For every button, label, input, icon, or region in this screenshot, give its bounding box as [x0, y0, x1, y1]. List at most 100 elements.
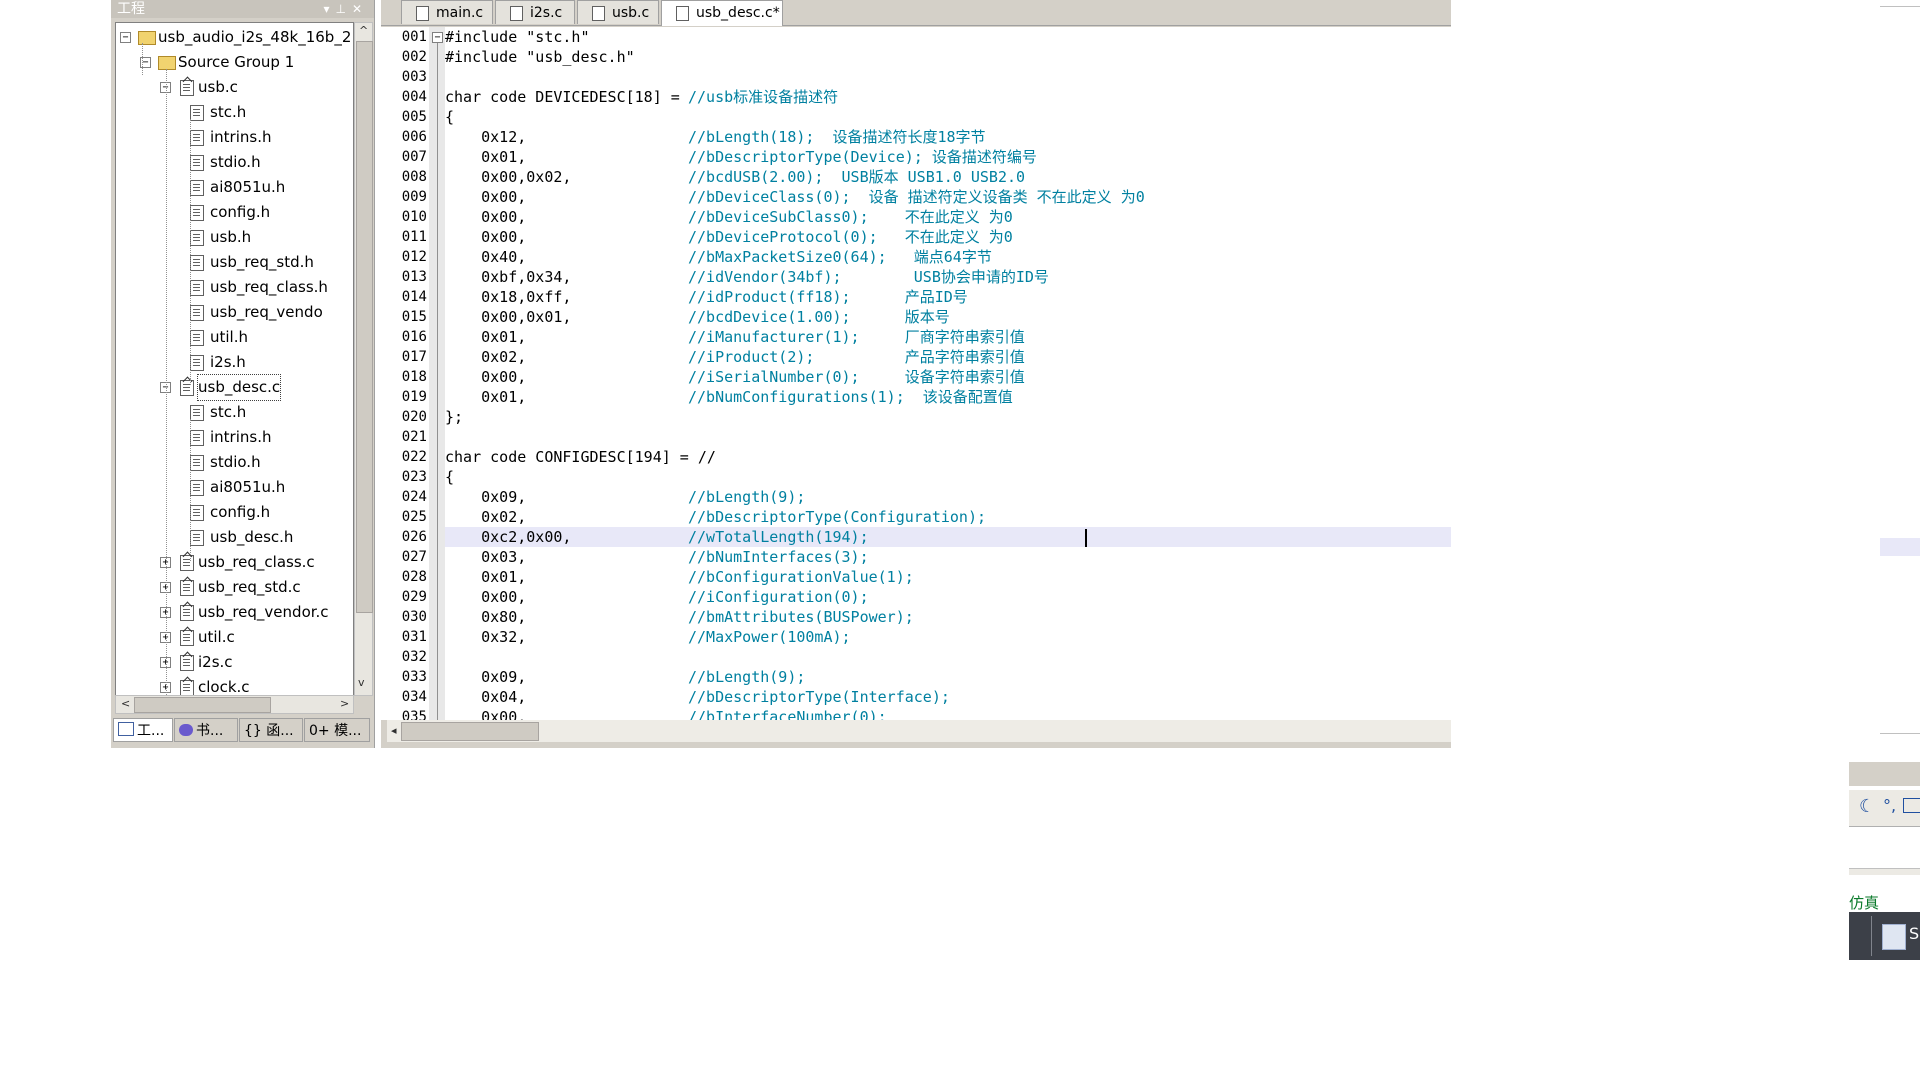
tree-item[interactable]: ai8051u.h: [116, 475, 352, 500]
project-tree-vertical-scrollbar[interactable]: ^ v: [354, 22, 373, 696]
code-line[interactable]: #include "stc.h": [445, 27, 1451, 47]
close-icon[interactable]: ✕: [352, 2, 368, 16]
tree-item[interactable]: config.h: [116, 200, 352, 225]
tree-item[interactable]: stdio.h: [116, 450, 352, 475]
code-line[interactable]: {: [445, 107, 1451, 127]
taskbar-item-label[interactable]: S: [1909, 924, 1919, 943]
simulation-label: 仿真: [1849, 894, 1880, 912]
code-line[interactable]: 0x00, //bDeviceProtocol(0); 不在此定义 为0: [445, 227, 1451, 247]
tree-item[interactable]: − Source Group 1: [116, 50, 352, 75]
code-line[interactable]: 0x32, //MaxPower(100mA);: [445, 627, 1451, 647]
code-line[interactable]: 0x02, //iProduct(2); 产品字符串索引值: [445, 347, 1451, 367]
code-line[interactable]: 0x03, //bNumInterfaces(3);: [445, 547, 1451, 567]
tree-item[interactable]: stdio.h: [116, 150, 352, 175]
scroll-thumb[interactable]: [356, 41, 373, 613]
code-line[interactable]: 0x00, //bDeviceSubClass0); 不在此定义 为0: [445, 207, 1451, 227]
tab-main-c[interactable]: main.c: [401, 0, 493, 24]
collapse-icon[interactable]: −: [120, 32, 131, 43]
code-line[interactable]: [445, 647, 1451, 667]
tab-usb-c[interactable]: usb.c: [577, 0, 659, 24]
tree-item[interactable]: ai8051u.h: [116, 175, 352, 200]
code-line[interactable]: char code CONFIGDESC[194] = //: [445, 447, 1451, 467]
tab-usb-desc-c[interactable]: usb_desc.c*: [661, 0, 783, 26]
code-line[interactable]: 0x40, //bMaxPacketSize0(64); 端点64字节: [445, 247, 1451, 267]
tree-item[interactable]: − usb_desc.c: [116, 374, 352, 401]
tree-item[interactable]: usb_desc.h: [116, 525, 352, 550]
code-line[interactable]: 0x00,0x01, //bcdDevice(1.00); 版本号: [445, 307, 1451, 327]
tree-item-label: intrins.h: [210, 428, 272, 446]
code-line[interactable]: 0x01, //bNumConfigurations(1); 该设备配置值: [445, 387, 1451, 407]
code-comment: //idProduct(ff18); 产品ID号: [688, 288, 968, 306]
scroll-down-icon[interactable]: v: [358, 675, 365, 691]
tree-item[interactable]: + usb_req_vendor.c: [116, 600, 352, 625]
tree-item[interactable]: + util.c: [116, 625, 352, 650]
scroll-left-icon[interactable]: ◂: [391, 723, 397, 739]
project-tree-horizontal-scrollbar[interactable]: < >: [115, 695, 354, 714]
tree-item[interactable]: + clock.c: [116, 675, 352, 695]
code-line[interactable]: 0xc2,0x00, //wTotalLength(194);: [445, 527, 1451, 547]
code-line[interactable]: 0x01, //iManufacturer(1); 厂商字符串索引值: [445, 327, 1451, 347]
code-line[interactable]: char code DEVICEDESC[18] = //usb标准设备描述符: [445, 87, 1451, 107]
punctuation-icon[interactable]: °,: [1883, 796, 1896, 815]
tree-item[interactable]: usb_req_std.h: [116, 250, 352, 275]
code-line[interactable]: 0x00, //bInterfaceNumber(0);: [445, 707, 1451, 720]
tree-item[interactable]: usb.h: [116, 225, 352, 250]
tree-item[interactable]: + i2s.c: [116, 650, 352, 675]
tree-item[interactable]: intrins.h: [116, 125, 352, 150]
tab-project[interactable]: 工...: [113, 718, 173, 742]
code-line[interactable]: #include "usb_desc.h": [445, 47, 1451, 67]
code-line[interactable]: };: [445, 407, 1451, 427]
tree-item[interactable]: stc.h: [116, 400, 352, 425]
editor-horizontal-scrollbar[interactable]: ◂: [387, 720, 1451, 742]
scroll-up-icon[interactable]: ^: [359, 23, 368, 39]
tree-item[interactable]: usb_req_vendo: [116, 300, 352, 325]
code-line[interactable]: [445, 427, 1451, 447]
code-line[interactable]: 0x01, //bDescriptorType(Device); 设备描述符编号: [445, 147, 1451, 167]
code-line[interactable]: 0x00, //bDeviceClass(0); 设备 描述符定义设备类 不在此定…: [445, 187, 1451, 207]
pin-icon[interactable]: ⊥: [335, 2, 351, 16]
dropdown-icon[interactable]: ▾: [323, 2, 335, 16]
scroll-right-icon[interactable]: >: [340, 696, 349, 712]
tree-item[interactable]: stc.h: [116, 100, 352, 125]
tree-guide-line: [142, 43, 143, 75]
keyboard-icon[interactable]: [1903, 798, 1920, 813]
tree-item[interactable]: + usb_req_class.c: [116, 550, 352, 575]
tree-item[interactable]: − usb.c: [116, 75, 352, 100]
project-tree[interactable]: − usb_audio_i2s_48k_16b_2− Source Group 1−…: [115, 22, 354, 696]
tree-item[interactable]: − usb_audio_i2s_48k_16b_2: [116, 25, 352, 50]
code-line[interactable]: 0x12, //bLength(18); 设备描述符长度18字节: [445, 127, 1451, 147]
code-line[interactable]: 0x00, //iConfiguration(0);: [445, 587, 1451, 607]
code-line[interactable]: 0x18,0xff, //idProduct(ff18); 产品ID号: [445, 287, 1451, 307]
code-line[interactable]: 0x01, //bConfigurationValue(1);: [445, 567, 1451, 587]
fold-collapse-icon[interactable]: −: [432, 32, 443, 43]
code-line[interactable]: 0x09, //bLength(9);: [445, 487, 1451, 507]
tab-functions[interactable]: {} 函...: [239, 718, 303, 742]
tree-item[interactable]: config.h: [116, 500, 352, 525]
code-line[interactable]: {: [445, 467, 1451, 487]
code-line[interactable]: 0x02, //bDescriptorType(Configuration);: [445, 507, 1451, 527]
tree-item[interactable]: usb_req_class.h: [116, 275, 352, 300]
scroll-left-icon[interactable]: <: [121, 696, 130, 712]
code-line[interactable]: 0x80, //bmAttributes(BUSPower);: [445, 607, 1451, 627]
c-file-icon: [180, 380, 194, 396]
code-line[interactable]: 0x00,0x02, //bcdUSB(2.00); USB版本 USB1.0 U…: [445, 167, 1451, 187]
tab-books[interactable]: 书...: [174, 718, 238, 742]
tree-item[interactable]: util.h: [116, 325, 352, 350]
code-text: char code CONFIGDESC[194] = //: [445, 448, 716, 466]
code-line[interactable]: 0x00, //iSerialNumber(0); 设备字符串索引值: [445, 367, 1451, 387]
tree-guide-line: [166, 69, 167, 695]
tree-item-label: usb_req_class.c: [198, 553, 315, 571]
tree-item[interactable]: i2s.h: [116, 350, 352, 375]
code-line[interactable]: 0xbf,0x34, //idVendor(34bf); USB协会申请的ID号: [445, 267, 1451, 287]
code-line[interactable]: 0x09, //bLength(9);: [445, 667, 1451, 687]
code-area[interactable]: 001 002 003 004 005 006 007 008 009 010 011 012 013 0…: [381, 27, 1451, 720]
code-line[interactable]: [445, 67, 1451, 87]
moon-icon[interactable]: ☾: [1859, 796, 1875, 817]
tree-item[interactable]: + usb_req_std.c: [116, 575, 352, 600]
code-line[interactable]: 0x04, //bDescriptorType(Interface);: [445, 687, 1451, 707]
tab-templates[interactable]: 0+ 模...: [304, 718, 370, 742]
scroll-thumb[interactable]: [401, 722, 539, 741]
tab-i2s-c[interactable]: i2s.c: [495, 0, 575, 24]
scroll-thumb[interactable]: [134, 697, 271, 713]
tree-item[interactable]: intrins.h: [116, 425, 352, 450]
